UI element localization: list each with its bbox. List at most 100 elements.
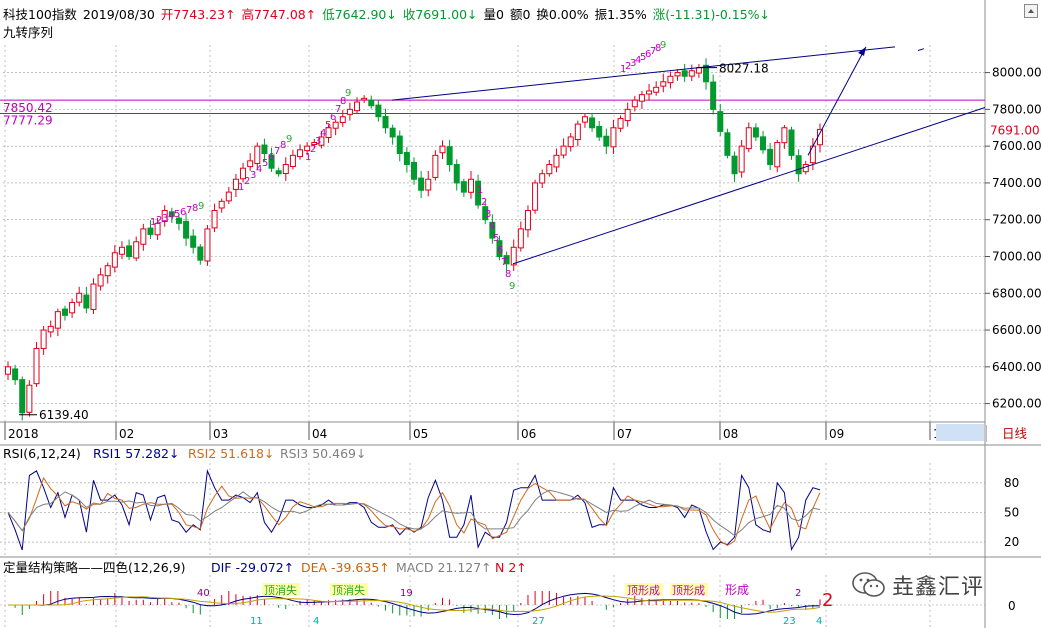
n-value: N 2↑ bbox=[495, 560, 527, 575]
price-axis-label: 7400.00 bbox=[992, 176, 1041, 190]
candle-body bbox=[631, 99, 638, 108]
candle-body bbox=[111, 252, 118, 268]
candle-body bbox=[610, 127, 617, 148]
sequence-count: 4 bbox=[489, 221, 495, 232]
sequence-count: 3 bbox=[485, 209, 491, 220]
time-axis-label: 07 bbox=[617, 427, 632, 441]
sequence-count: 9 bbox=[198, 201, 204, 212]
candle-body bbox=[90, 283, 97, 310]
time-axis-label: 03 bbox=[213, 427, 228, 441]
signal-tag: 顶形成 bbox=[627, 584, 660, 597]
candle-body bbox=[297, 149, 304, 158]
sequence-count: 8 bbox=[505, 269, 511, 280]
candle-body bbox=[781, 127, 788, 144]
candle-body bbox=[97, 274, 104, 287]
candle-body bbox=[603, 135, 610, 147]
trendline-stub bbox=[917, 48, 925, 51]
watermark-text: 垚鑫汇评 bbox=[892, 575, 985, 600]
macd-big-mark: 2 bbox=[822, 590, 833, 611]
time-axis-label: 02 bbox=[119, 427, 134, 441]
candle-body bbox=[795, 155, 802, 175]
candle-body bbox=[190, 235, 197, 248]
candle-body bbox=[646, 90, 653, 95]
candle-body bbox=[717, 111, 724, 132]
candle-body bbox=[432, 154, 439, 178]
rsi-axis-label: 80 bbox=[1004, 476, 1019, 490]
time-axis-label: 09 bbox=[829, 427, 844, 441]
candle-body bbox=[567, 136, 574, 148]
candle-body bbox=[197, 246, 204, 261]
candle-body bbox=[118, 246, 125, 255]
chart-canvas[interactable]: 8000.00 7800.00 7600.00 7400.00 7200.00 7000.… bbox=[0, 0, 1041, 628]
candle-body bbox=[589, 117, 596, 129]
candle-body bbox=[467, 178, 474, 193]
candle-body bbox=[282, 164, 289, 175]
candle-body bbox=[674, 72, 681, 77]
candle-body bbox=[660, 81, 667, 87]
candle-body bbox=[624, 108, 631, 122]
time-axis-label: 06 bbox=[521, 427, 536, 441]
time-axis-label: 04 bbox=[312, 427, 327, 441]
candle-body bbox=[69, 301, 76, 314]
swing-low-label: 6139.40 bbox=[39, 408, 89, 422]
candle-body bbox=[439, 145, 446, 154]
candle-body bbox=[225, 191, 232, 202]
candle-body bbox=[760, 136, 767, 151]
macd-count-bottom: 4 bbox=[816, 616, 822, 627]
macd-count-top: 40 bbox=[197, 588, 210, 599]
candle-body bbox=[460, 181, 467, 193]
candle-body bbox=[83, 294, 90, 309]
candle-body bbox=[254, 145, 261, 164]
candle-body bbox=[574, 123, 581, 141]
price-axis-label: 6400.00 bbox=[992, 360, 1041, 374]
candle-body bbox=[752, 127, 759, 138]
candle-body bbox=[26, 384, 33, 413]
candle-body bbox=[33, 347, 40, 385]
candle-body bbox=[382, 116, 389, 129]
sequence-count: 5 bbox=[493, 233, 499, 244]
candle-body bbox=[54, 311, 61, 329]
level-label: 7777.29 bbox=[3, 114, 53, 128]
candle-body bbox=[546, 164, 553, 175]
candle-body bbox=[211, 210, 218, 229]
signal-tag: 顶消失 bbox=[332, 583, 365, 597]
candle-body bbox=[47, 325, 54, 333]
candle-body bbox=[532, 182, 539, 211]
price-axis-label: 7600.00 bbox=[992, 139, 1041, 153]
candle-body bbox=[695, 67, 702, 74]
rsi-title: RSI(6,12,24) bbox=[3, 446, 81, 461]
candle-body bbox=[247, 160, 254, 168]
candle-body bbox=[403, 152, 410, 166]
candle-body bbox=[738, 145, 745, 173]
sequence-count: 6 bbox=[497, 245, 503, 256]
time-axis-label: 08 bbox=[723, 427, 738, 441]
rsi3-line bbox=[7, 489, 821, 537]
candle-body bbox=[218, 200, 225, 209]
period-button[interactable]: 日线 bbox=[986, 425, 1041, 442]
future-range-shade bbox=[936, 424, 984, 441]
candle-body bbox=[802, 164, 809, 173]
macd-value: MACD 21.127↑ bbox=[396, 560, 492, 575]
sequence-count: 9 bbox=[286, 134, 292, 145]
candle-body bbox=[788, 129, 795, 156]
rsi2-value: RSI2 51.618↓ bbox=[188, 446, 274, 461]
macd-title: 定量结构策略——四色(12,26,9) bbox=[3, 560, 185, 575]
candle-body bbox=[275, 170, 282, 175]
candle-body bbox=[183, 220, 190, 239]
projection-arrow-line bbox=[807, 46, 867, 156]
candle-body bbox=[517, 228, 524, 249]
macd-count-top: 19 bbox=[400, 588, 413, 599]
candle-body bbox=[667, 75, 674, 84]
candle-body bbox=[617, 118, 624, 129]
candle-body bbox=[539, 173, 546, 184]
rsi1-value: RSI1 57.282↓ bbox=[93, 446, 179, 461]
rsi-axis-label: 20 bbox=[1004, 535, 1019, 549]
swing-high-label: 8027.18 bbox=[719, 62, 769, 76]
candle-body bbox=[446, 146, 453, 166]
candle-body bbox=[425, 178, 432, 191]
candle-body bbox=[731, 155, 738, 175]
candle-body bbox=[339, 116, 346, 124]
candle-body bbox=[126, 245, 133, 257]
candle-body bbox=[368, 99, 375, 107]
candle-body bbox=[653, 86, 660, 93]
